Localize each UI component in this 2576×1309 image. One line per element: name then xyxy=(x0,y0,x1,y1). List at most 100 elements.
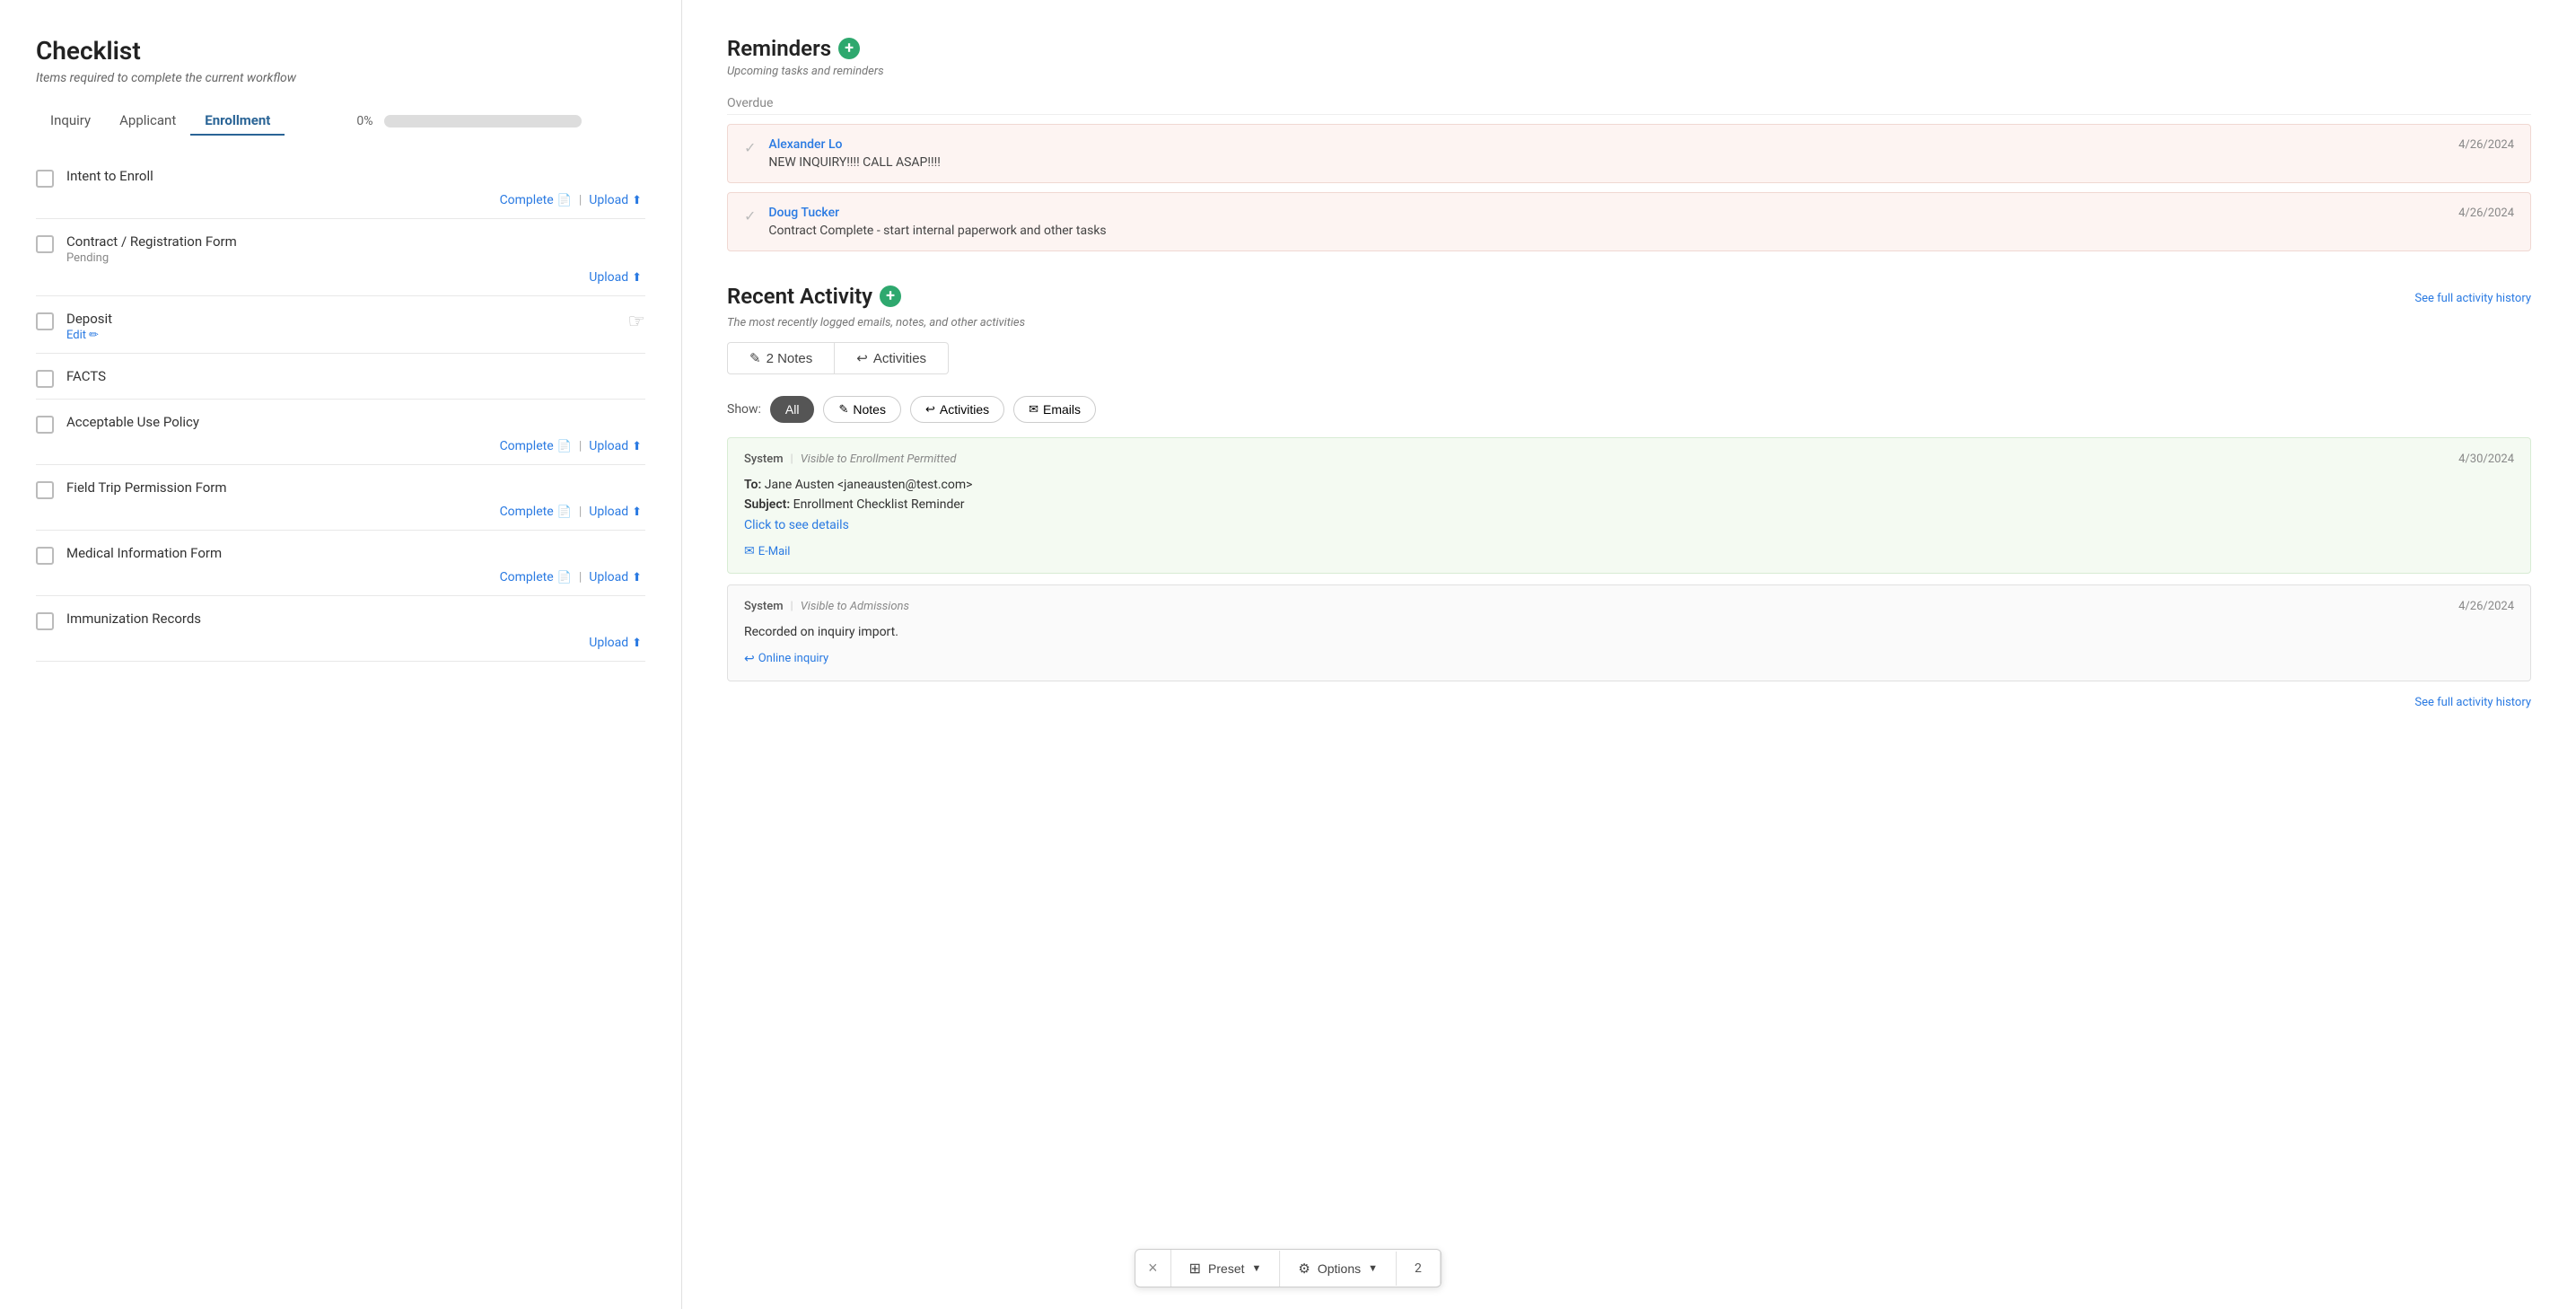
activity-type-label-2: Online inquiry xyxy=(758,652,828,665)
activity-card-1: System | Visible to Enrollment Permitted… xyxy=(727,437,2531,574)
upload-link-immunization[interactable]: Upload ⬆ xyxy=(589,636,642,650)
checklist-checkbox-intent[interactable] xyxy=(36,170,54,188)
checklist-item-actions: Complete 📄 | Upload ⬆ xyxy=(36,193,645,207)
filter-notes[interactable]: ✎ Notes xyxy=(823,396,900,423)
activity-date-1: 4/30/2024 xyxy=(2458,452,2514,466)
activities-label: Activities xyxy=(873,351,926,366)
activity-type-badge-2[interactable]: ↩ Online inquiry xyxy=(744,652,828,666)
checklist-items-list: Intent to Enroll Complete 📄 | Upload ⬆ xyxy=(36,154,645,662)
online-inquiry-icon: ↩ xyxy=(744,652,755,666)
filter-activities-label: Activities xyxy=(940,402,989,417)
right-panel: Reminders + Upcoming tasks and reminders… xyxy=(682,0,2576,1309)
checklist-item-content: Intent to Enroll xyxy=(66,168,645,186)
activity-card-header: System | Visible to Enrollment Permitted… xyxy=(744,452,2514,466)
show-filters: Show: All ✎ Notes ↩ Activities ✉ Emails xyxy=(727,396,2531,423)
toolbar-preset-button[interactable]: ⊞ Preset ▼ xyxy=(1171,1251,1281,1287)
activities-icon: ↩ xyxy=(856,350,868,366)
activity-visibility-2: Visible to Admissions xyxy=(801,600,909,613)
activity-to: To: Jane Austen <janeausten@test.com> xyxy=(744,475,2514,495)
checklist-checkbox-acceptable[interactable] xyxy=(36,416,54,434)
see-history-link-bottom[interactable]: See full activity history xyxy=(2414,696,2531,709)
see-history-link-top[interactable]: See full activity history xyxy=(2414,292,2531,305)
activities-count-button[interactable]: ↩ Activities xyxy=(835,342,949,374)
add-reminder-icon[interactable]: + xyxy=(838,38,860,59)
upload-link-intent[interactable]: Upload ⬆ xyxy=(589,193,642,207)
toolbar-close-button[interactable]: × xyxy=(1135,1250,1171,1287)
activity-meta-2: System | Visible to Admissions xyxy=(744,600,909,613)
filter-all-label: All xyxy=(785,402,800,417)
recent-activity-section: Recent Activity + See full activity hist… xyxy=(727,284,2531,709)
upload-icon: ⬆ xyxy=(632,194,642,207)
activity-type-label-1: E-Mail xyxy=(758,545,791,558)
filter-all[interactable]: All xyxy=(770,396,815,423)
checklist-item-name: Field Trip Permission Form xyxy=(66,479,645,496)
activity-subtitle: The most recently logged emails, notes, … xyxy=(727,316,2531,329)
checklist-checkbox-facts[interactable] xyxy=(36,370,54,388)
notes-count-button[interactable]: ✎ 2 Notes xyxy=(727,342,835,374)
toolbar-options-button[interactable]: ⚙ Options ▼ xyxy=(1280,1252,1397,1286)
checklist-subtitle: Items required to complete the current w… xyxy=(36,71,645,85)
upload-link-medical[interactable]: Upload ⬆ xyxy=(589,570,642,584)
add-activity-icon[interactable]: + xyxy=(880,286,901,307)
tab-enrollment[interactable]: Enrollment xyxy=(190,107,285,136)
reminder-content: Alexander Lo 4/26/2024 NEW INQUIRY!!!! C… xyxy=(768,137,2514,170)
complete-link-medical[interactable]: Complete 📄 xyxy=(500,570,572,584)
complete-label: Complete xyxy=(500,570,554,584)
checklist-item-name: Contract / Registration Form xyxy=(66,233,645,250)
reminders-subtitle: Upcoming tasks and reminders xyxy=(727,65,2531,78)
see-history-bottom-row: See full activity history xyxy=(727,696,2531,709)
complete-link-acceptable[interactable]: Complete 📄 xyxy=(500,439,572,453)
checklist-item-content: Deposit Edit ✏ xyxy=(66,311,615,342)
reminder-check-icon[interactable]: ✓ xyxy=(744,139,756,156)
reminders-section: Reminders + Upcoming tasks and reminders… xyxy=(727,36,2531,251)
checklist-item-row: Acceptable Use Policy xyxy=(36,414,645,434)
filter-emails[interactable]: ✉ Emails xyxy=(1013,396,1096,423)
reminders-title: Reminders + xyxy=(727,36,2531,61)
action-separator: | xyxy=(579,439,582,453)
checklist-checkbox-fieldtrip[interactable] xyxy=(36,481,54,499)
checklist-item-content: Acceptable Use Policy xyxy=(66,414,645,432)
email-badge-icon: ✉ xyxy=(744,544,755,558)
tab-applicant[interactable]: Applicant xyxy=(105,107,190,136)
checklist-checkbox-contract[interactable] xyxy=(36,235,54,253)
checklist-item-status: Pending xyxy=(66,251,645,265)
checklist-item-content: Medical Information Form xyxy=(66,545,645,563)
checklist-checkbox-deposit[interactable] xyxy=(36,312,54,330)
reminder-person-1[interactable]: Alexander Lo xyxy=(768,137,842,152)
checklist-item-content: Immunization Records xyxy=(66,611,645,628)
activity-subject: Subject: Enrollment Checklist Reminder xyxy=(744,495,2514,514)
reminder-header: Doug Tucker 4/26/2024 xyxy=(768,206,2514,220)
activity-type-badge-1[interactable]: ✉ E-Mail xyxy=(744,544,790,558)
complete-link-intent[interactable]: Complete 📄 xyxy=(500,193,572,207)
checklist-checkbox-medical[interactable] xyxy=(36,547,54,565)
checklist-item-actions: Complete 📄 | Upload ⬆ xyxy=(36,439,645,453)
upload-link-acceptable[interactable]: Upload ⬆ xyxy=(589,439,642,453)
tab-inquiry[interactable]: Inquiry xyxy=(36,107,105,136)
edit-link-deposit[interactable]: Edit ✏ xyxy=(66,329,615,342)
complete-link-fieldtrip[interactable]: Complete 📄 xyxy=(500,505,572,519)
action-separator: | xyxy=(579,505,582,519)
to-label: To: xyxy=(744,478,761,492)
checklist-item-row: Immunization Records xyxy=(36,611,645,630)
bottom-toolbar: × ⊞ Preset ▼ ⚙ Options ▼ 2 xyxy=(1135,1249,1441,1287)
activity-pipe: | xyxy=(791,452,793,466)
complete-label: Complete xyxy=(500,505,554,519)
upload-link-fieldtrip[interactable]: Upload ⬆ xyxy=(589,505,642,519)
upload-icon: ⬆ xyxy=(632,637,642,650)
click-to-see-details-link[interactable]: Click to see details xyxy=(744,518,849,532)
checklist-item-row: Medical Information Form xyxy=(36,545,645,565)
checklist-item-content: Contract / Registration Form Pending xyxy=(66,233,645,265)
checklist-item: Medical Information Form Complete 📄 | Up… xyxy=(36,531,645,596)
file-icon: 📄 xyxy=(557,440,572,453)
drag-handle: ☞ xyxy=(627,311,645,333)
checklist-item-name: Deposit xyxy=(66,311,615,327)
upload-link-contract[interactable]: Upload ⬆ xyxy=(589,270,642,285)
activity-pipe-2: | xyxy=(791,600,793,613)
progress-row: 0% xyxy=(356,114,581,128)
activity-card-header-2: System | Visible to Admissions 4/26/2024 xyxy=(744,600,2514,613)
options-chevron: ▼ xyxy=(1368,1263,1378,1274)
reminder-person-2[interactable]: Doug Tucker xyxy=(768,206,839,220)
checklist-checkbox-immunization[interactable] xyxy=(36,612,54,630)
reminder-check-icon[interactable]: ✓ xyxy=(744,207,756,224)
filter-activities[interactable]: ↩ Activities xyxy=(910,396,1004,423)
